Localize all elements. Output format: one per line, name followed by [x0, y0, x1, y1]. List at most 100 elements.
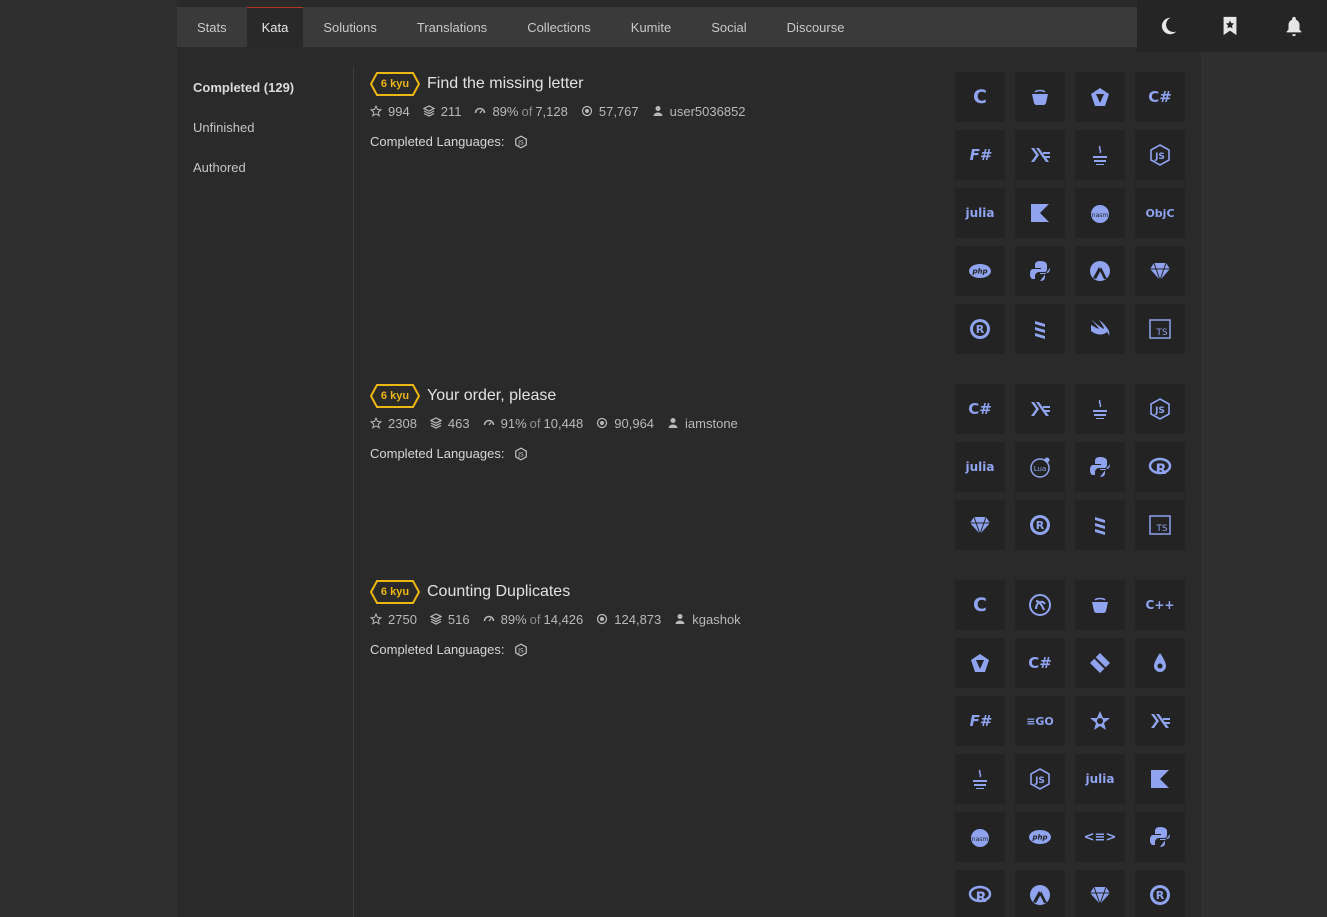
- satisfaction-icon: [475, 107, 486, 114]
- python-icon: [1028, 259, 1052, 283]
- votes-count: 14,426: [543, 611, 584, 627]
- go-icon: ≡GO: [1026, 714, 1054, 728]
- language-javascript-button[interactable]: JS: [1015, 754, 1065, 804]
- language-lua-button[interactable]: Lua: [1015, 442, 1065, 492]
- layers-icon: [422, 105, 435, 117]
- language-java-button[interactable]: [1075, 384, 1125, 434]
- language-julia-button[interactable]: julia: [1075, 754, 1125, 804]
- language-elixir-button[interactable]: [1135, 638, 1185, 688]
- svg-text:nasm: nasm: [1092, 212, 1109, 219]
- language-python-button[interactable]: [1075, 442, 1125, 492]
- kata-title[interactable]: Counting Duplicates: [427, 583, 570, 601]
- language-kotlin-button[interactable]: [1015, 188, 1065, 238]
- language-scala-button[interactable]: [1075, 500, 1125, 550]
- language-rust-button[interactable]: R: [955, 304, 1005, 354]
- svg-text:JS: JS: [518, 452, 525, 458]
- user-icon: [653, 106, 663, 116]
- language-haskell-button[interactable]: [1015, 130, 1065, 180]
- kata-title[interactable]: Find the missing letter: [427, 75, 584, 93]
- nav-completed[interactable]: Completed (129): [193, 78, 343, 118]
- language-ruby-button[interactable]: [1075, 870, 1125, 917]
- julia-icon: julia: [1085, 772, 1115, 786]
- kata-title[interactable]: Your order, please: [427, 387, 556, 405]
- bookmarks-button[interactable]: [1199, 0, 1261, 52]
- moon-icon: [1161, 17, 1177, 35]
- tab-solutions[interactable]: Solutions: [303, 7, 396, 47]
- language-typescript-button[interactable]: TS: [1135, 304, 1185, 354]
- swift-icon: [1088, 317, 1112, 341]
- language-scala-button[interactable]: [1015, 304, 1065, 354]
- notifications-button[interactable]: [1261, 0, 1327, 52]
- language-julia-button[interactable]: julia: [955, 442, 1005, 492]
- language-coffeescript-button[interactable]: [1075, 580, 1125, 630]
- language-ruby-button[interactable]: [955, 500, 1005, 550]
- language-go-button[interactable]: ≡GO: [1015, 696, 1065, 746]
- tab-collections[interactable]: Collections: [507, 7, 611, 47]
- language-kotlin-button[interactable]: [1135, 754, 1185, 804]
- stars-count: 2750: [388, 611, 417, 627]
- layers-icon: [429, 417, 442, 429]
- tab-translations[interactable]: Translations: [397, 7, 507, 47]
- svg-text:R: R: [1036, 519, 1045, 532]
- language-c-button[interactable]: C: [955, 580, 1005, 630]
- nav-authored[interactable]: Authored: [193, 158, 343, 198]
- language-java-button[interactable]: [955, 754, 1005, 804]
- author-link[interactable]: iamstone: [685, 416, 738, 431]
- language-nasm-button[interactable]: nasm: [955, 812, 1005, 862]
- language-r-button[interactable]: R: [955, 870, 1005, 917]
- csharp-icon: C#: [968, 400, 992, 418]
- theme-toggle-button[interactable]: [1137, 0, 1199, 52]
- language-php-button[interactable]: php: [955, 246, 1005, 296]
- language-coffeescript-button[interactable]: [1015, 72, 1065, 122]
- language-r-button[interactable]: R: [1135, 442, 1185, 492]
- language-haskell-button[interactable]: [1135, 696, 1185, 746]
- tab-social[interactable]: Social: [691, 7, 766, 47]
- language-powershell-button[interactable]: <≡>: [1075, 812, 1125, 862]
- objc-icon: ObjC: [1145, 206, 1175, 220]
- language-rust-button[interactable]: R: [1015, 500, 1065, 550]
- language-python-button[interactable]: [1135, 812, 1185, 862]
- language-python-button[interactable]: [1015, 246, 1065, 296]
- language-racket-button[interactable]: [1015, 870, 1065, 917]
- tab-stats[interactable]: Stats: [177, 7, 247, 47]
- language-clojure-button[interactable]: [1015, 580, 1065, 630]
- language-fsharp-button[interactable]: F#: [955, 130, 1005, 180]
- language-c-button[interactable]: C: [955, 72, 1005, 122]
- language-cpp-button[interactable]: C++: [1135, 580, 1185, 630]
- svg-text:php: php: [971, 268, 987, 276]
- language-javascript-button[interactable]: JS: [1135, 130, 1185, 180]
- tab-kata[interactable]: Kata: [246, 7, 304, 47]
- language-swift-button[interactable]: [1075, 304, 1125, 354]
- nav-unfinished[interactable]: Unfinished: [193, 118, 343, 158]
- language-ruby-button[interactable]: [1135, 246, 1185, 296]
- javascript-icon: JS: [1028, 767, 1052, 791]
- stars-count: 994: [388, 103, 410, 119]
- author-link[interactable]: user5036852: [670, 104, 746, 119]
- tab-kumite[interactable]: Kumite: [611, 7, 691, 47]
- language-javascript-button[interactable]: JS: [1135, 384, 1185, 434]
- language-haskell-button[interactable]: [1015, 384, 1065, 434]
- language-dart-button[interactable]: [1075, 638, 1125, 688]
- language-crystal-button[interactable]: [955, 638, 1005, 688]
- language-csharp-button[interactable]: C#: [1135, 72, 1185, 122]
- language-julia-button[interactable]: julia: [955, 188, 1005, 238]
- language-rust-button[interactable]: R: [1135, 870, 1185, 917]
- language-nasm-button[interactable]: nasm: [1075, 188, 1125, 238]
- nasm-icon: nasm: [1088, 201, 1112, 225]
- author-link[interactable]: kgashok: [692, 612, 740, 627]
- language-groovy-button[interactable]: [1075, 696, 1125, 746]
- language-php-button[interactable]: php: [1015, 812, 1065, 862]
- language-csharp-button[interactable]: C#: [955, 384, 1005, 434]
- language-typescript-button[interactable]: TS: [1135, 500, 1185, 550]
- language-java-button[interactable]: [1075, 130, 1125, 180]
- satisfaction-icon: [483, 615, 494, 622]
- language-racket-button[interactable]: [1075, 246, 1125, 296]
- language-fsharp-button[interactable]: F#: [955, 696, 1005, 746]
- tab-discourse[interactable]: Discourse: [767, 7, 865, 47]
- completed-languages-label: Completed Languages:: [370, 446, 505, 461]
- language-csharp-button[interactable]: C#: [1015, 638, 1065, 688]
- language-crystal-button[interactable]: [1075, 72, 1125, 122]
- language-objc-button[interactable]: ObjC: [1135, 188, 1185, 238]
- satisfaction-icon: [483, 419, 494, 426]
- layers-icon: [429, 613, 442, 625]
